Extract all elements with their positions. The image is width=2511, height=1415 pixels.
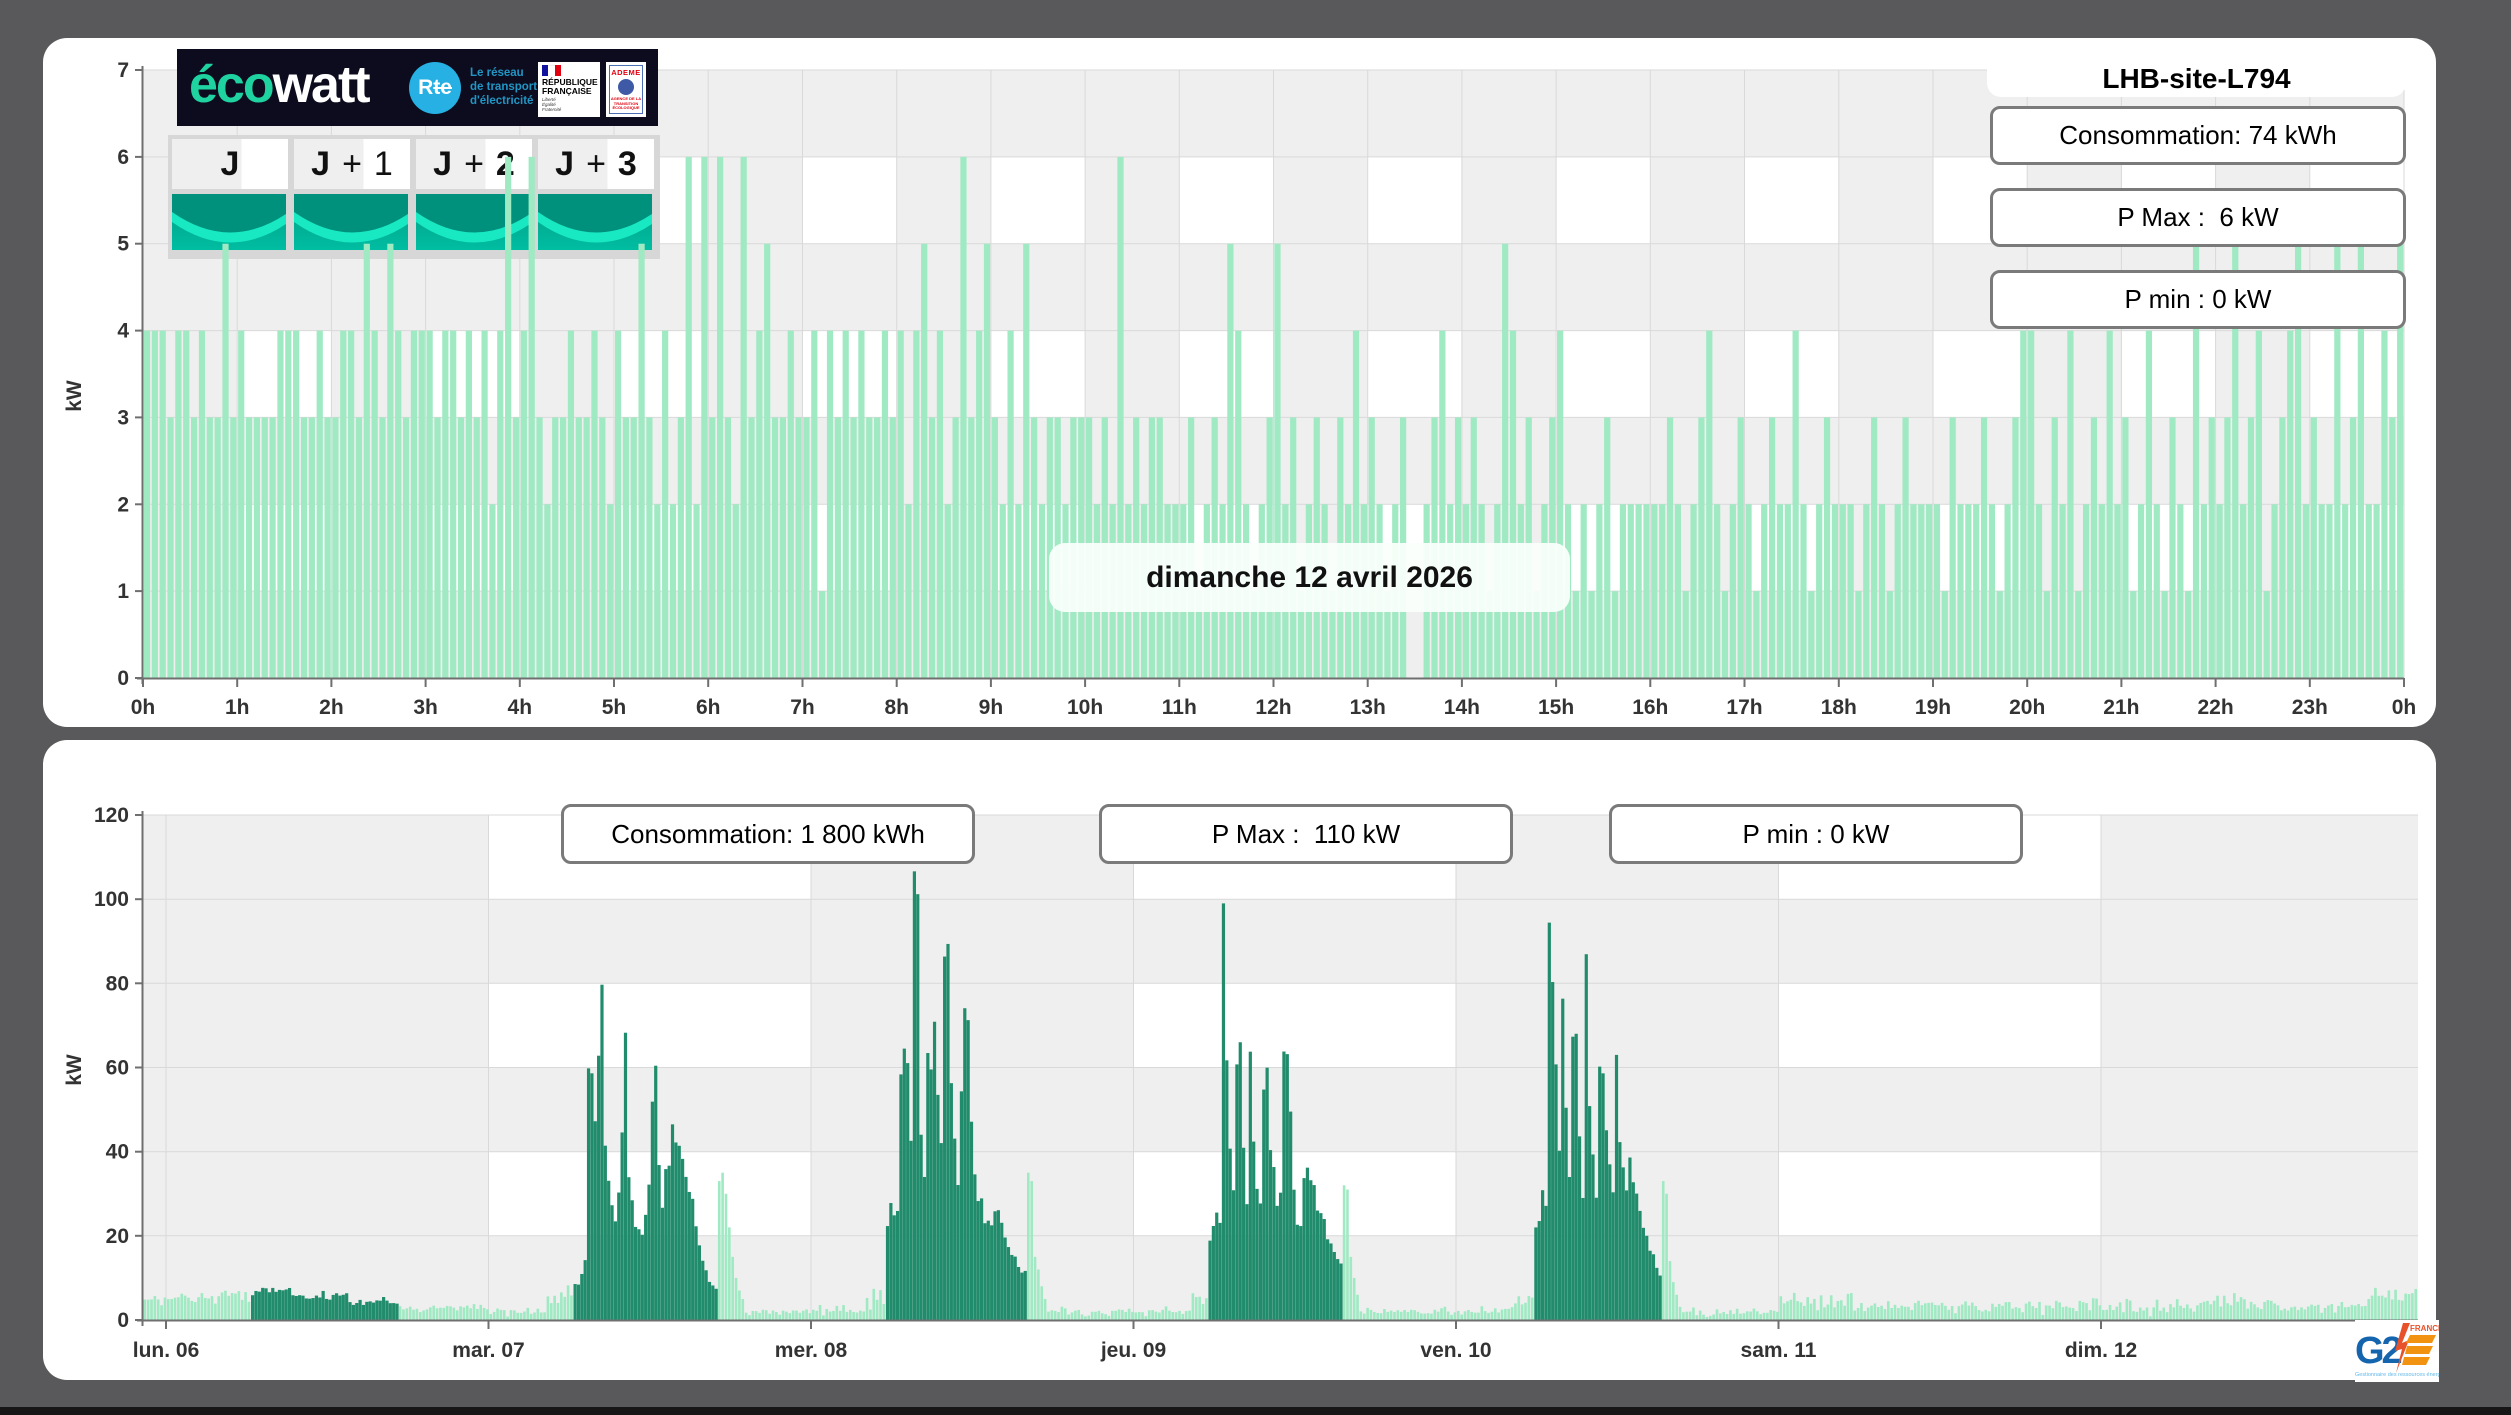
svg-text:mar. 07: mar. 07 [452,1339,524,1362]
svg-text:40: 40 [106,1141,129,1164]
svg-text:20h: 20h [2009,696,2045,719]
svg-text:120: 120 [94,804,129,827]
svg-text:lun. 06: lun. 06 [133,1339,200,1362]
svg-text:0h: 0h [2392,696,2417,719]
svg-text:jeu. 09: jeu. 09 [1100,1339,1166,1362]
svg-text:21h: 21h [2103,696,2139,719]
svg-text:7: 7 [117,59,129,82]
svg-text:13h: 13h [1350,696,1386,719]
svg-text:12h: 12h [1255,696,1291,719]
svg-text:kW: kW [63,1054,86,1086]
svg-text:6h: 6h [696,696,721,719]
svg-text:3: 3 [117,406,129,429]
svg-text:1h: 1h [225,696,250,719]
svg-text:20: 20 [106,1225,129,1248]
svg-text:14h: 14h [1444,696,1480,719]
svg-text:17h: 17h [1726,696,1762,719]
svg-text:18h: 18h [1821,696,1857,719]
svg-text:0: 0 [117,667,129,690]
svg-text:4h: 4h [508,696,533,719]
svg-text:9h: 9h [979,696,1004,719]
svg-text:kW: kW [63,380,86,412]
svg-text:5h: 5h [602,696,627,719]
svg-text:dim. 12: dim. 12 [2065,1339,2137,1362]
svg-text:22h: 22h [2198,696,2234,719]
svg-text:1: 1 [117,580,129,603]
svg-text:mer. 08: mer. 08 [775,1339,848,1362]
svg-text:7h: 7h [790,696,815,719]
svg-text:2: 2 [117,493,129,516]
svg-text:16h: 16h [1632,696,1668,719]
svg-text:19h: 19h [1915,696,1951,719]
svg-text:80: 80 [106,972,129,995]
svg-text:8h: 8h [884,696,909,719]
svg-text:2h: 2h [319,696,344,719]
svg-text:0h: 0h [131,696,156,719]
svg-text:3h: 3h [413,696,438,719]
svg-text:Gestionnaire des ressources én: Gestionnaire des ressources énergétiques [2355,1372,2439,1378]
svg-text:G2: G2 [2355,1330,2402,1372]
svg-text:23h: 23h [2292,696,2328,719]
svg-text:10h: 10h [1067,696,1103,719]
svg-text:100: 100 [94,888,129,911]
svg-text:FRANCE: FRANCE [2410,1324,2439,1333]
svg-text:15h: 15h [1538,696,1574,719]
svg-text:11h: 11h [1162,696,1197,719]
svg-text:4: 4 [117,320,129,343]
svg-text:sam. 11: sam. 11 [1741,1339,1817,1362]
svg-text:6: 6 [117,146,129,169]
svg-text:5: 5 [117,233,129,256]
svg-text:0: 0 [117,1309,129,1332]
svg-text:60: 60 [106,1057,129,1080]
svg-text:ven. 10: ven. 10 [1420,1339,1491,1362]
